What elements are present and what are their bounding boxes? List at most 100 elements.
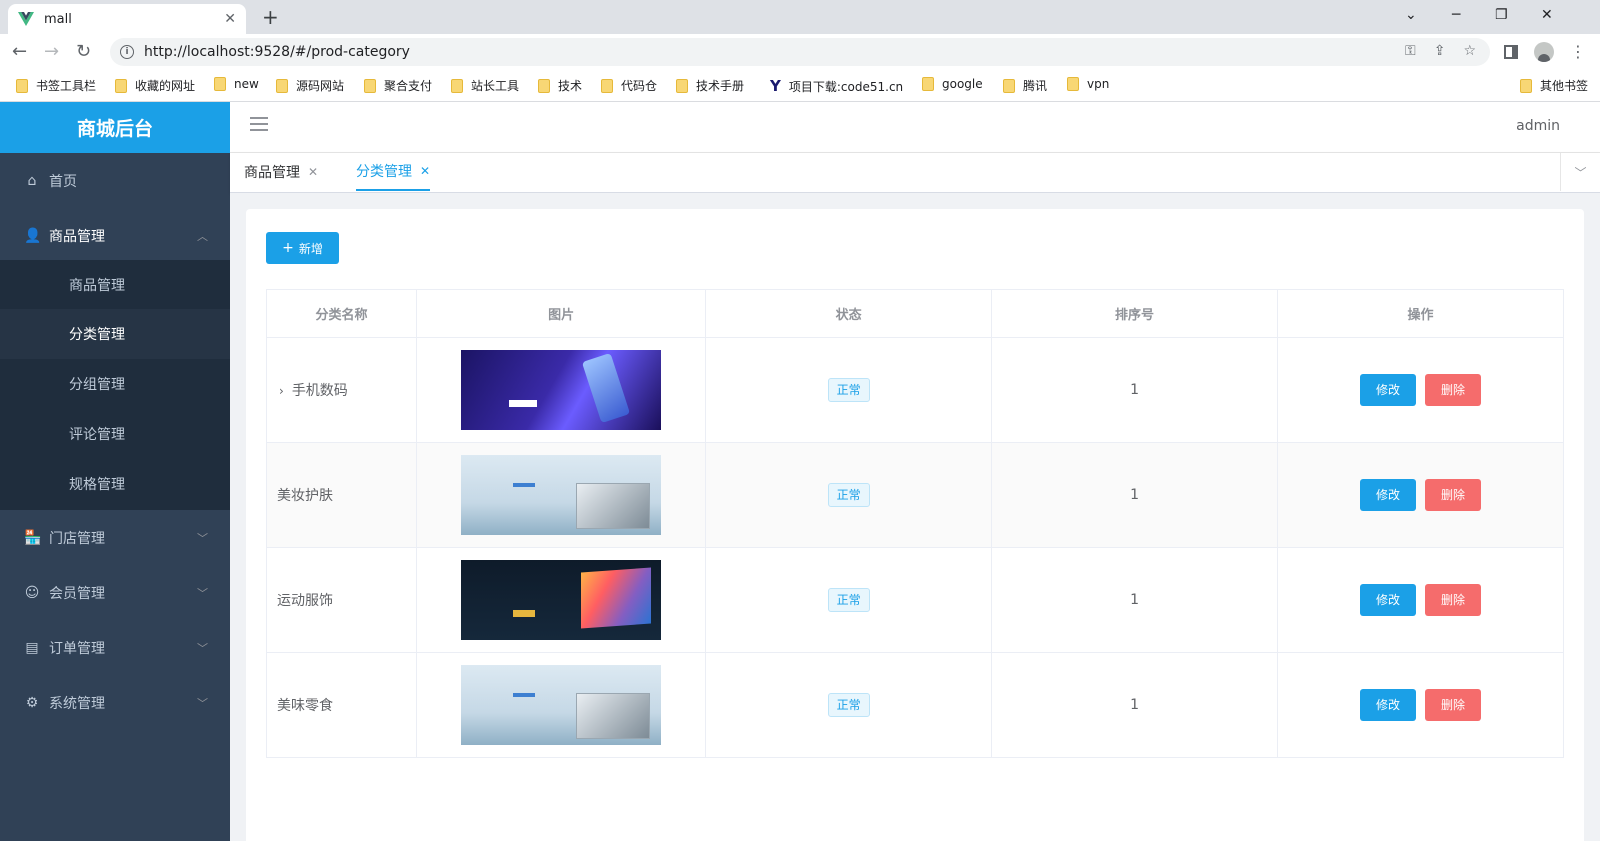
folder-icon — [1520, 78, 1532, 93]
sidebar: 商城后台 ⌂ 首页 👤 商品管理 ︿ 商品管理 分类管理 分组管理 评论管理 规… — [0, 102, 230, 841]
bookmark-item[interactable]: google — [922, 77, 983, 91]
app-logo-title[interactable]: 商城后台 — [0, 102, 230, 153]
reload-icon[interactable]: ↻ — [76, 41, 91, 63]
share-icon[interactable]: ⇪ — [1434, 43, 1446, 59]
category-name-cell: 运动服饰 — [265, 547, 418, 653]
sidebar-item-members[interactable]: ☺ 会员管理 ﹀ — [0, 565, 230, 621]
edit-button[interactable]: 修改 — [1360, 479, 1416, 511]
side-panel-icon[interactable] — [1504, 45, 1518, 59]
sidebar-item-home[interactable]: ⌂ 首页 — [0, 153, 230, 209]
folder-icon — [276, 78, 288, 93]
delete-button[interactable]: 删除 — [1425, 689, 1481, 721]
category-image — [461, 560, 662, 640]
gear-icon: ⚙ — [25, 695, 39, 711]
actions-cell: 修改 删除 — [1277, 547, 1564, 653]
sidebar-item-orders[interactable]: ▤ 订单管理 ﹀ — [0, 620, 230, 676]
close-icon[interactable]: ✕ — [420, 164, 430, 178]
sidebar-item-products[interactable]: 👤 商品管理 ︿ — [0, 208, 230, 264]
key-icon[interactable]: ⚿ — [1405, 43, 1416, 59]
chevron-up-icon: ︿ — [197, 230, 208, 243]
bookmark-item[interactable]: 腾讯 — [1003, 77, 1047, 94]
browser-tab[interactable]: mall ✕ — [8, 4, 246, 34]
folder-icon — [676, 78, 688, 93]
window-close-icon[interactable]: ✕ — [1541, 6, 1553, 24]
bookmark-item[interactable]: 聚合支付 — [364, 77, 432, 94]
submenu-item-comment-manage[interactable]: 评论管理 — [0, 409, 230, 459]
submenu-item-product-manage[interactable]: 商品管理 — [0, 260, 230, 310]
image-cell — [416, 337, 707, 443]
edit-button[interactable]: 修改 — [1360, 374, 1416, 406]
column-header: 排序号 — [991, 289, 1279, 338]
forward-icon[interactable]: → — [44, 41, 59, 63]
tab-search-icon[interactable]: ⌄ — [1405, 6, 1417, 24]
bookmark-item[interactable]: 代码仓 — [601, 77, 657, 94]
site-info-icon[interactable]: i — [120, 45, 134, 59]
folder-icon — [538, 78, 550, 93]
folder-icon — [16, 78, 28, 93]
bookmark-item[interactable]: 技术 — [538, 77, 582, 94]
column-header: 分类名称 — [265, 289, 418, 338]
status-badge: 正常 — [827, 588, 870, 612]
minimize-icon[interactable]: ─ — [1452, 6, 1460, 24]
new-tab-icon[interactable]: + — [262, 5, 279, 29]
category-image — [461, 350, 662, 430]
back-icon[interactable]: ← — [12, 41, 27, 63]
other-bookmarks[interactable]: 其他书签 — [1520, 77, 1588, 94]
category-table: 分类名称 图片 状态 排序号 操作 › 手机数码 正常 1 修改 删除 美妆护肤… — [265, 289, 1564, 758]
bookmark-item[interactable]: 站长工具 — [451, 77, 519, 94]
bookmark-item[interactable]: 技术手册 — [676, 77, 744, 94]
category-image — [461, 455, 662, 535]
edit-button[interactable]: 修改 — [1360, 584, 1416, 616]
bookmark-item[interactable]: vpn — [1067, 77, 1109, 91]
bookmark-item[interactable]: 收藏的网址 — [115, 77, 195, 94]
status-cell: 正常 — [705, 547, 993, 653]
sort-cell: 1 — [991, 442, 1279, 548]
chevron-down-icon: ﹀ — [197, 642, 208, 655]
top-navbar: admin — [230, 102, 1600, 153]
column-header: 操作 — [1277, 289, 1564, 338]
sidebar-item-system[interactable]: ⚙ 系统管理 ﹀ — [0, 675, 230, 731]
sidebar-item-stores[interactable]: 🏪 门店管理 ﹀ — [0, 510, 230, 566]
browser-tab-title: mall — [44, 11, 72, 27]
submenu-item-group-manage[interactable]: 分组管理 — [0, 359, 230, 409]
star-icon[interactable]: ☆ — [1463, 43, 1476, 59]
delete-button[interactable]: 删除 — [1425, 584, 1481, 616]
category-name-cell: 美味零食 — [265, 652, 418, 758]
add-button[interactable]: + 新增 — [266, 232, 339, 264]
bookmark-item[interactable]: new — [214, 77, 259, 91]
bookmark-item[interactable]: 源码网站 — [276, 77, 344, 94]
submenu-item-category-manage[interactable]: 分类管理 — [0, 309, 230, 359]
order-icon: ▤ — [25, 640, 39, 656]
bookmark-item[interactable]: Y 项目下载:code51.cn — [770, 77, 903, 95]
bookmark-item[interactable]: 书签工具栏 — [16, 77, 96, 94]
hamburger-icon[interactable] — [250, 117, 268, 131]
chevron-down-icon[interactable]: ﹀ — [1560, 153, 1600, 191]
vue-logo-icon — [18, 12, 34, 26]
table-header-row: 分类名称 图片 状态 排序号 操作 — [265, 289, 1564, 338]
actions-cell: 修改 删除 — [1277, 442, 1564, 548]
delete-button[interactable]: 删除 — [1425, 479, 1481, 511]
url-omnibox[interactable]: i http://localhost:9528/#/prod-category … — [110, 38, 1490, 66]
delete-button[interactable]: 删除 — [1425, 374, 1481, 406]
edit-button[interactable]: 修改 — [1360, 689, 1416, 721]
address-bar: ← → ↻ i http://localhost:9528/#/prod-cat… — [0, 34, 1600, 70]
menu-kebab-icon[interactable]: ⋮ — [1570, 44, 1586, 60]
folder-icon — [214, 77, 226, 91]
url-text[interactable]: http://localhost:9528/#/prod-category — [144, 44, 410, 60]
bookmarks-bar: 书签工具栏 收藏的网址 new 源码网站 聚合支付 站长工具 技术 代码仓 技术… — [0, 70, 1600, 102]
table-row: 美妆护肤 正常 1 修改 删除 — [265, 442, 1564, 548]
actions-cell: 修改 删除 — [1277, 337, 1564, 443]
status-cell: 正常 — [705, 442, 993, 548]
chevron-right-icon[interactable]: › — [279, 384, 284, 398]
browser-titlebar: mall ✕ + ⌄ ─ ❐ ✕ — [0, 0, 1600, 34]
sort-cell: 1 — [991, 337, 1279, 443]
tag-product-manage[interactable]: 商品管理 ✕ — [244, 153, 318, 191]
profile-avatar-icon[interactable] — [1534, 42, 1554, 62]
tag-category-manage[interactable]: 分类管理 ✕ — [356, 153, 431, 191]
folder-icon — [1003, 78, 1015, 93]
user-dropdown[interactable]: admin — [1516, 118, 1560, 134]
submenu-item-spec-manage[interactable]: 规格管理 — [0, 459, 230, 509]
close-icon[interactable]: ✕ — [224, 11, 236, 27]
close-icon[interactable]: ✕ — [308, 165, 318, 179]
restore-icon[interactable]: ❐ — [1495, 6, 1508, 24]
